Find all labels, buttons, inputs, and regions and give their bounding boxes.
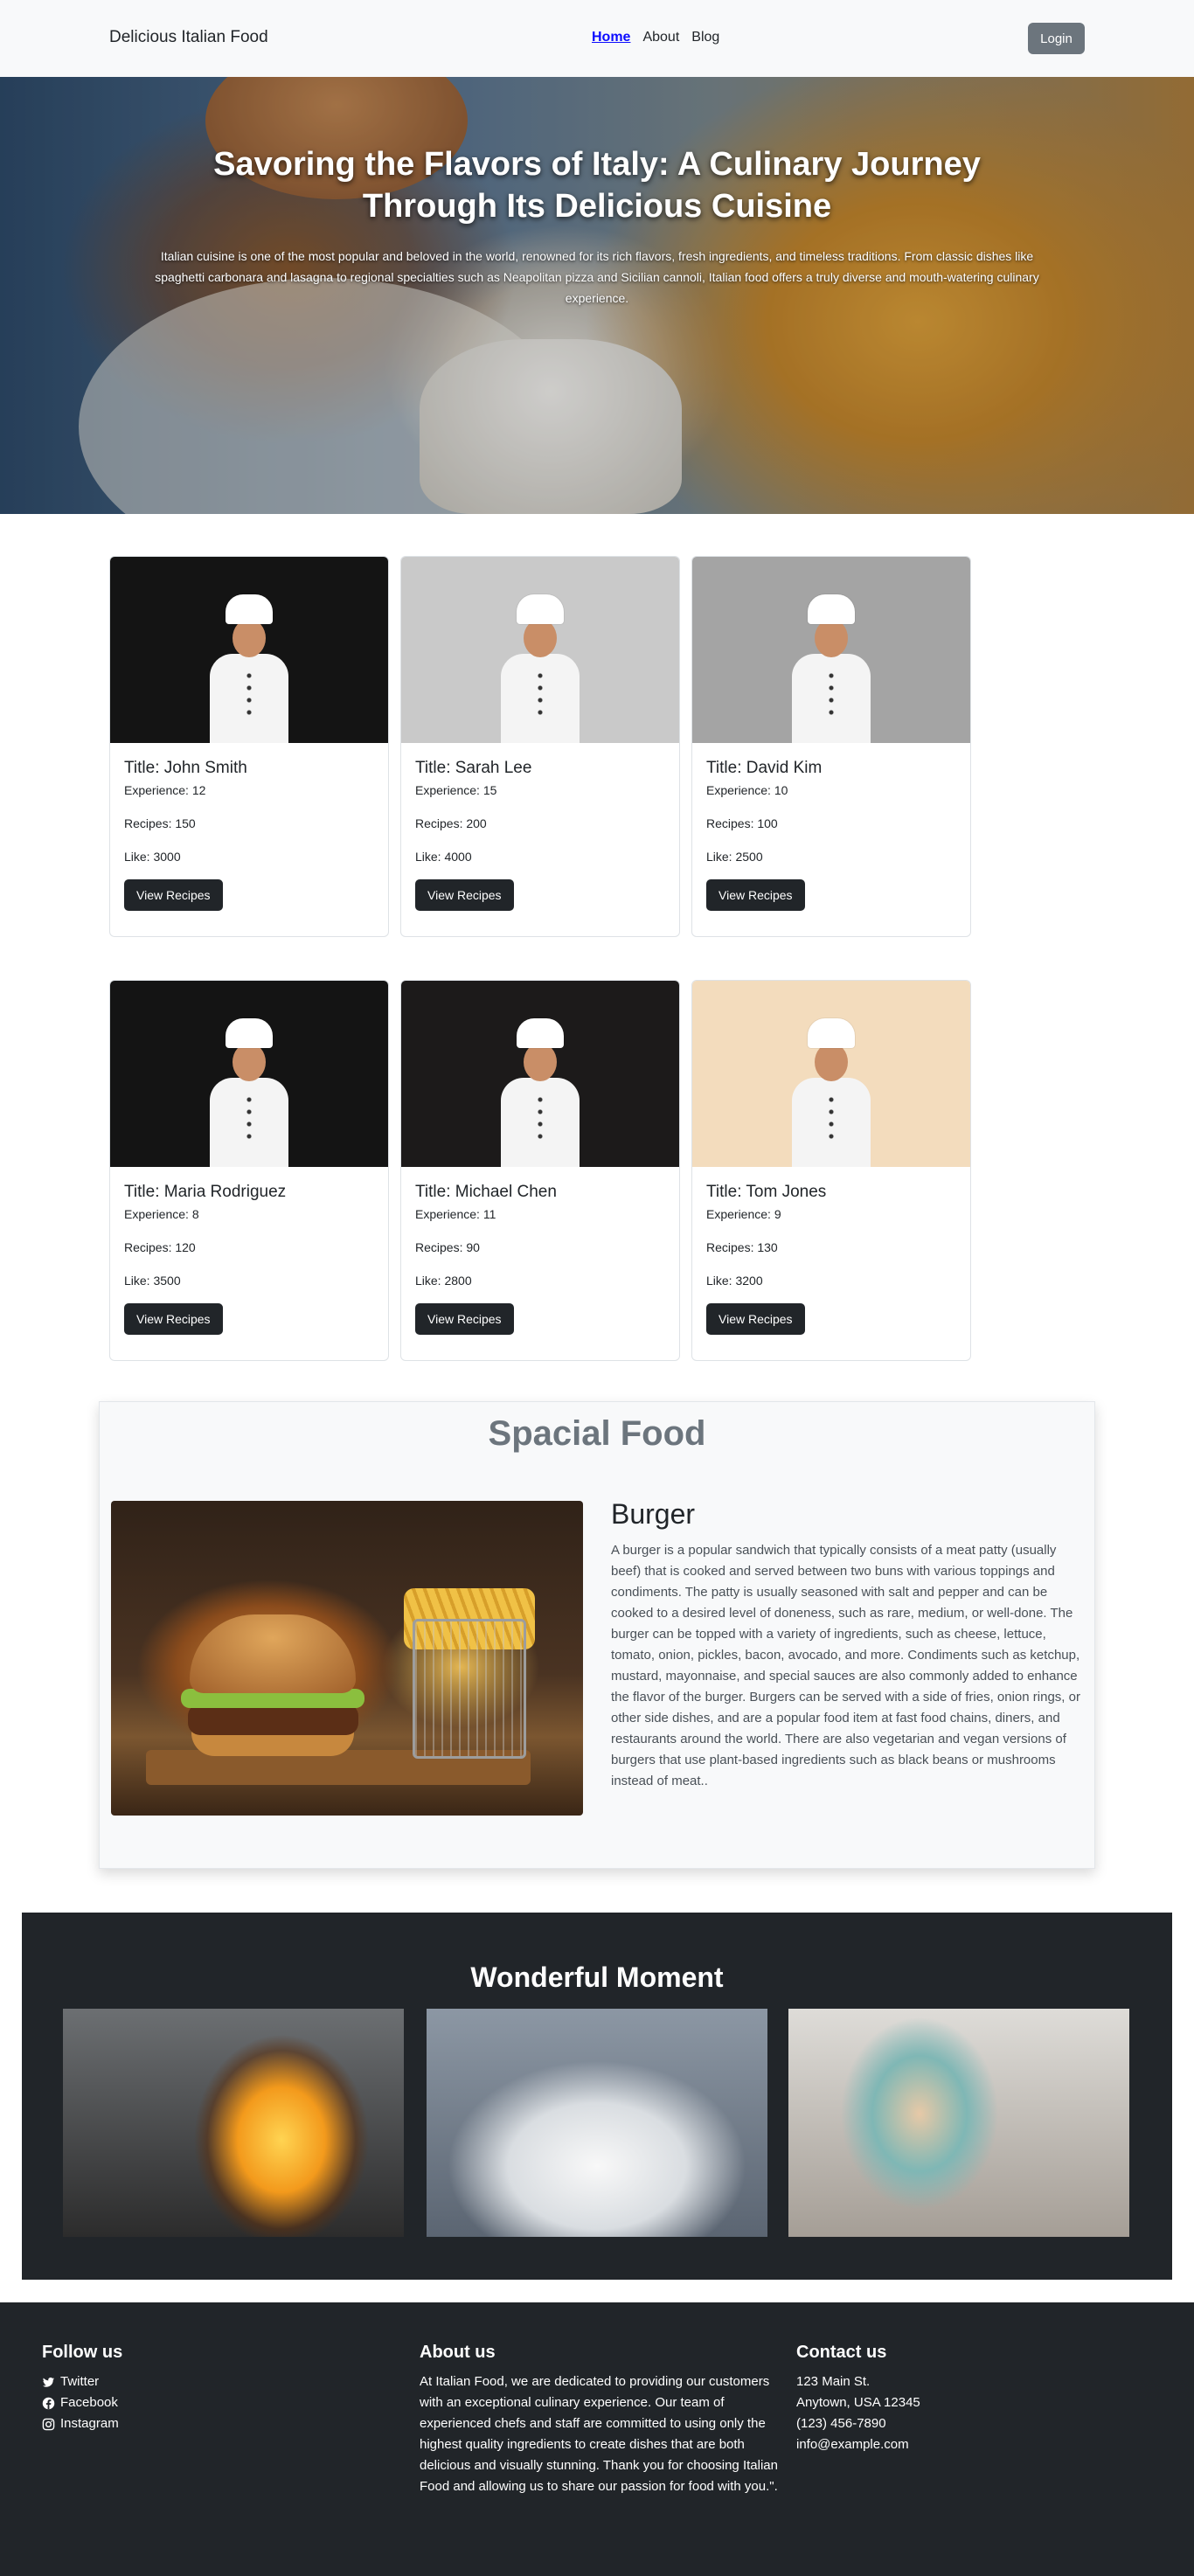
chef-recipes: Recipes: 130 xyxy=(706,1240,778,1254)
view-recipes-button[interactable]: View Recipes xyxy=(706,879,805,911)
instagram-icon xyxy=(42,2418,55,2430)
twitter-link[interactable]: Twitter xyxy=(42,2371,122,2392)
footer: Follow us Twitter Facebook Instagram Abo… xyxy=(0,2302,1194,2576)
moment-photo-plating xyxy=(788,2009,1129,2237)
chef-experience: Experience: 15 xyxy=(415,783,497,797)
hero-title: Savoring the Flavors of Italy: A Culinar… xyxy=(213,146,981,225)
chef-likes: Like: 4000 xyxy=(415,850,472,864)
footer-about-column: About us At Italian Food, we are dedicat… xyxy=(420,2343,778,2497)
chef-figure xyxy=(501,594,580,743)
chef-photo xyxy=(110,981,388,1167)
chef-card: Title: Michael Chen Experience: 11 Recipes… xyxy=(400,980,680,1361)
footer-follow-column: Follow us Twitter Facebook Instagram xyxy=(42,2343,122,2434)
facebook-icon xyxy=(42,2397,55,2409)
view-recipes-button[interactable]: View Recipes xyxy=(124,1303,223,1335)
wonderful-moment-title: Wonderful Moment xyxy=(470,1962,724,1993)
chef-recipes: Recipes: 90 xyxy=(415,1240,480,1254)
chef-name: Title: Sarah Lee xyxy=(415,759,532,777)
chef-photo xyxy=(692,981,970,1167)
chef-photo xyxy=(110,557,388,743)
nav-link-home[interactable]: Home xyxy=(592,30,630,45)
special-food-section: Spacial Food Burger A burger is a popula… xyxy=(99,1401,1095,1869)
chef-name: Title: John Smith xyxy=(124,759,247,777)
special-food-title: Spacial Food xyxy=(488,1414,706,1453)
contact-address: 123 Main St. xyxy=(796,2374,871,2389)
view-recipes-button[interactable]: View Recipes xyxy=(415,879,514,911)
contact-heading: Contact us xyxy=(796,2343,887,2362)
chef-figure xyxy=(210,1018,288,1167)
chef-recipes: Recipes: 100 xyxy=(706,816,778,830)
chef-photo xyxy=(401,557,679,743)
brand-name[interactable]: Delicious Italian Food xyxy=(109,28,268,47)
chef-likes: Like: 3000 xyxy=(124,850,181,864)
chef-likes: Like: 3500 xyxy=(124,1274,181,1288)
nav-link-about[interactable]: About xyxy=(642,30,679,45)
instagram-label: Instagram xyxy=(60,2416,119,2431)
twitter-icon xyxy=(42,2377,55,2387)
chef-experience: Experience: 10 xyxy=(706,783,788,797)
special-food-description: A burger is a popular sandwich that typi… xyxy=(611,1543,1080,1788)
chef-card: Title: Tom Jones Experience: 9 Recipes: 13… xyxy=(691,980,971,1361)
chef-card: Title: Maria Rodriguez Experience: 8 Recip… xyxy=(109,980,389,1361)
chef-name: Title: Tom Jones xyxy=(706,1183,827,1201)
moment-photo-team xyxy=(427,2009,767,2237)
hero-banner: Savoring the Flavors of Italy: A Culinar… xyxy=(0,77,1194,514)
chef-likes: Like: 3200 xyxy=(706,1274,763,1288)
hero-text: Italian cuisine is one of the most popul… xyxy=(155,249,1039,305)
wonderful-moment-section: Wonderful Moment xyxy=(22,1913,1172,2280)
chef-figure xyxy=(792,1018,871,1167)
nav-links: Home About Blog xyxy=(592,30,719,45)
chef-figure xyxy=(501,1018,580,1167)
view-recipes-button[interactable]: View Recipes xyxy=(124,879,223,911)
chef-likes: Like: 2800 xyxy=(415,1274,472,1288)
about-heading: About us xyxy=(420,2343,496,2362)
chef-name: Title: Maria Rodriguez xyxy=(124,1183,287,1201)
chef-name: Title: David Kim xyxy=(706,759,823,777)
follow-heading: Follow us xyxy=(42,2343,123,2362)
chef-recipes: Recipes: 150 xyxy=(124,816,196,830)
chef-experience: Experience: 9 xyxy=(706,1207,781,1221)
nav-link-blog[interactable]: Blog xyxy=(691,30,719,45)
view-recipes-button[interactable]: View Recipes xyxy=(706,1303,805,1335)
chef-figure xyxy=(792,594,871,743)
chef-photo xyxy=(401,981,679,1167)
footer-contact-column: Contact us 123 Main St. Anytown, USA 123… xyxy=(796,2343,920,2455)
twitter-label: Twitter xyxy=(60,2374,100,2389)
special-food-heading: Burger xyxy=(611,1498,696,1530)
chef-experience: Experience: 8 xyxy=(124,1207,199,1221)
contact-city: Anytown, USA 12345 xyxy=(796,2395,920,2410)
burger-image xyxy=(111,1501,583,1816)
about-text: At Italian Food, we are dedicated to pro… xyxy=(420,2374,778,2494)
login-button[interactable]: Login xyxy=(1028,23,1085,54)
instagram-link[interactable]: Instagram xyxy=(42,2413,122,2434)
facebook-link[interactable]: Facebook xyxy=(42,2392,122,2413)
facebook-label: Facebook xyxy=(60,2395,118,2410)
chef-card: Title: Sarah Lee Experience: 15 Recipes: 2… xyxy=(400,556,680,937)
chef-figure xyxy=(210,594,288,743)
chef-name: Title: Michael Chen xyxy=(415,1183,557,1201)
navbar: Delicious Italian Food Home About Blog L… xyxy=(0,0,1194,77)
moment-photo-flambe xyxy=(63,2009,404,2237)
chef-experience: Experience: 12 xyxy=(124,783,206,797)
contact-email[interactable]: info@example.com xyxy=(796,2434,920,2455)
chef-photo xyxy=(692,557,970,743)
chef-likes: Like: 2500 xyxy=(706,850,763,864)
contact-phone[interactable]: (123) 456-7890 xyxy=(796,2413,920,2434)
chef-recipes: Recipes: 120 xyxy=(124,1240,196,1254)
chef-recipes: Recipes: 200 xyxy=(415,816,487,830)
chef-card: Title: David Kim Experience: 10 Recipes: 1… xyxy=(691,556,971,937)
view-recipes-button[interactable]: View Recipes xyxy=(415,1303,514,1335)
chef-card: Title: John Smith Experience: 12 Recipes: … xyxy=(109,556,389,937)
chef-experience: Experience: 11 xyxy=(415,1207,496,1221)
